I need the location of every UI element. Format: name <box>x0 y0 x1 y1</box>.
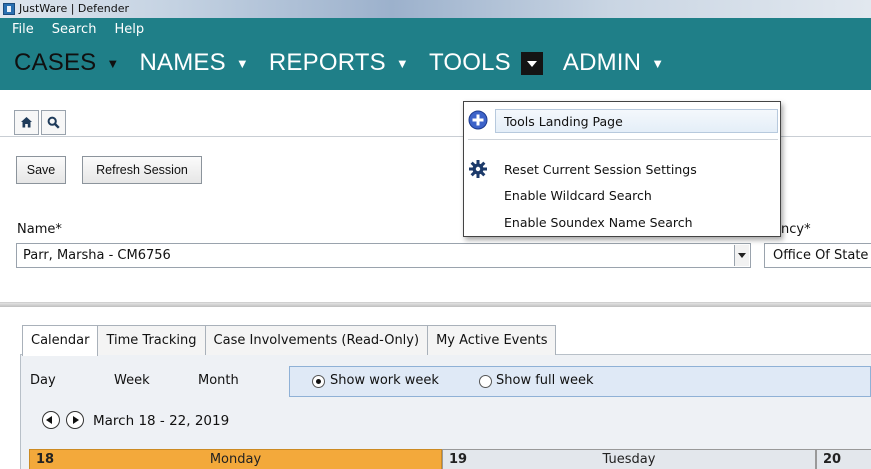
chevron-down-icon[interactable]: ▼ <box>396 56 409 71</box>
menu-item-tools-landing-page[interactable]: Tools Landing Page <box>504 114 623 129</box>
nav-admin-label: ADMIN <box>562 49 642 76</box>
view-day[interactable]: Day <box>30 373 82 388</box>
menu-separator <box>468 139 778 140</box>
calendar-view-switcher: Day Week Month <box>30 373 239 388</box>
nav-names[interactable]: NAMES ▼ <box>139 49 248 77</box>
view-week[interactable]: Week <box>114 373 178 388</box>
panel-splitter[interactable] <box>0 302 871 307</box>
chevron-down-icon[interactable]: ▼ <box>651 56 664 71</box>
day-name: Tuesday <box>602 452 656 467</box>
menu-help[interactable]: Help <box>114 20 144 40</box>
week-options: Show work week Show full week <box>289 366 871 397</box>
plus-circle-icon <box>468 110 488 130</box>
name-field[interactable]: Parr, Marsha - CM6756 <box>16 243 751 268</box>
tab-my-active-events[interactable]: My Active Events <box>427 325 557 355</box>
menu-item-reset-session-settings[interactable]: Reset Current Session Settings <box>504 162 697 177</box>
save-button[interactable]: Save <box>16 156 66 184</box>
chevron-down-icon[interactable]: ▼ <box>106 56 119 71</box>
window-title: JustWare | Defender <box>19 2 130 15</box>
file-menu-row: File Search Help <box>12 20 144 40</box>
home-icon <box>21 117 32 128</box>
show-work-week-radio[interactable] <box>312 375 325 388</box>
nav-reports[interactable]: REPORTS ▼ <box>269 49 409 77</box>
day-header-row: Monday 18 Tuesday 19 20 <box>29 449 871 469</box>
subtab-strip: Calendar Time Tracking Case Involvements… <box>22 325 557 356</box>
day-number: 18 <box>36 452 55 467</box>
menu-item-enable-wildcard-search[interactable]: Enable Wildcard Search <box>504 188 652 203</box>
day-number: 19 <box>449 452 468 467</box>
chevron-down-icon[interactable]: ▼ <box>236 56 249 71</box>
app-icon <box>3 3 15 15</box>
tab-calendar[interactable]: Calendar <box>22 325 99 356</box>
search-tab[interactable] <box>41 110 66 135</box>
menu-search[interactable]: Search <box>52 20 97 40</box>
nav-tools[interactable]: TOOLS <box>429 49 543 77</box>
refresh-session-button[interactable]: Refresh Session <box>82 156 202 184</box>
chevron-down-icon[interactable] <box>520 51 543 75</box>
gear-icon <box>469 160 487 178</box>
menu-item-enable-soundex-search[interactable]: Enable Soundex Name Search <box>504 215 693 230</box>
day-number: 20 <box>823 452 842 467</box>
tab-case-involvements[interactable]: Case Involvements (Read-Only) <box>204 325 429 355</box>
day-header[interactable]: Tuesday 19 <box>442 449 816 469</box>
show-full-week-radio[interactable] <box>479 375 492 388</box>
nav-cases-label: CASES <box>14 49 97 76</box>
page-tabstrip <box>14 110 68 135</box>
next-week-icon[interactable] <box>66 411 84 429</box>
nav-admin[interactable]: ADMIN ▼ <box>563 49 664 77</box>
prev-week-icon[interactable] <box>42 411 60 429</box>
nav-reports-label: REPORTS <box>268 49 386 76</box>
home-tab[interactable] <box>14 110 39 135</box>
name-label: Name* <box>17 222 62 237</box>
day-header[interactable]: Monday 18 <box>29 449 442 469</box>
primary-nav: CASES ▼ NAMES ▼ REPORTS ▼ TOOLS ADMIN ▼ <box>14 45 684 81</box>
tab-time-tracking[interactable]: Time Tracking <box>97 325 206 355</box>
window-titlebar: JustWare | Defender <box>0 0 871 18</box>
nav-cases[interactable]: CASES ▼ <box>14 49 119 77</box>
date-range: March 18 - 22, 2019 <box>93 413 230 429</box>
nav-names-label: NAMES <box>139 49 226 76</box>
day-name: Monday <box>209 452 262 467</box>
menu-file[interactable]: File <box>12 20 34 40</box>
show-work-week-label: Show work week <box>330 373 439 388</box>
name-dropdown-icon[interactable] <box>734 245 749 266</box>
main-menubar: File Search Help CASES ▼ NAMES ▼ REPORTS… <box>0 18 871 90</box>
view-month[interactable]: Month <box>198 373 239 388</box>
search-icon <box>47 116 60 129</box>
show-full-week-label: Show full week <box>496 373 594 388</box>
day-header[interactable]: 20 <box>816 449 871 469</box>
tools-dropdown-menu: Tools Landing Page Reset Current Session… <box>463 101 781 237</box>
nav-tools-label: TOOLS <box>428 49 511 76</box>
agency-field[interactable]: Office Of State <box>764 243 871 268</box>
